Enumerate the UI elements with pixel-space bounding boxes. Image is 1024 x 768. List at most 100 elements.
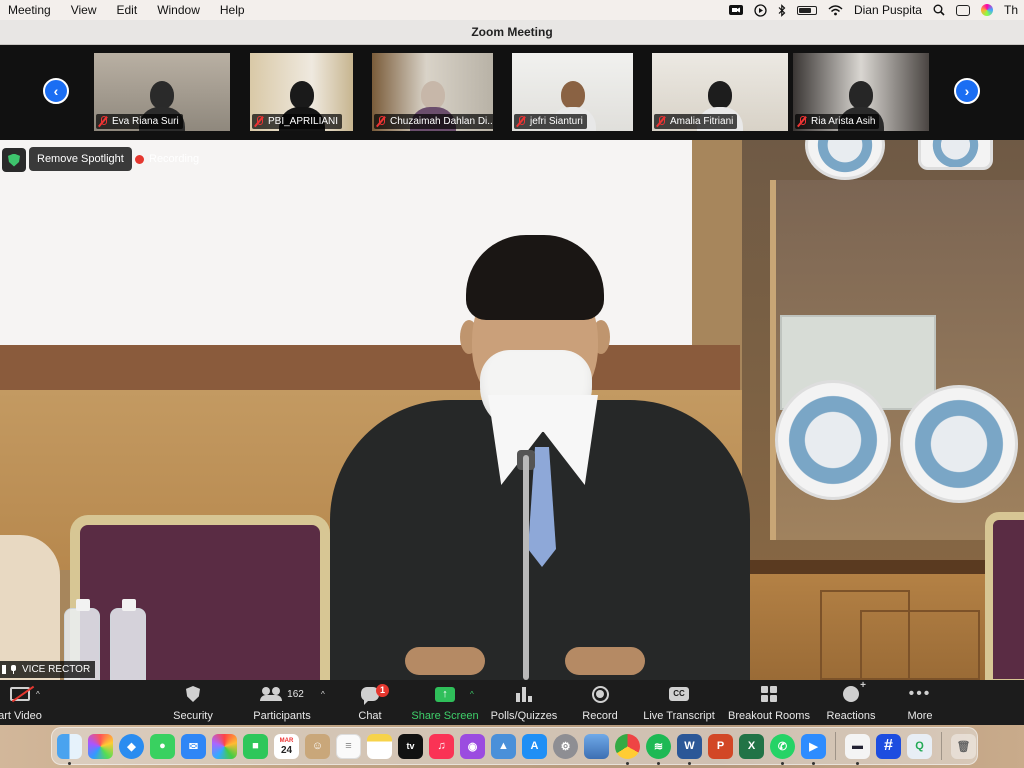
video-off-icon bbox=[10, 687, 30, 701]
share-screen-icon: ↑ bbox=[435, 686, 455, 702]
quicktime-icon[interactable]: Q bbox=[907, 733, 932, 759]
siri-icon[interactable] bbox=[980, 4, 993, 16]
more-label: More bbox=[907, 710, 933, 722]
counter-top bbox=[742, 560, 1024, 574]
spotlight-video bbox=[0, 140, 1024, 680]
reactions-button[interactable]: Reactions bbox=[824, 680, 878, 722]
chair bbox=[985, 512, 1024, 680]
participant-thumb[interactable]: PBI_APRILIANI bbox=[250, 53, 353, 131]
app-store-icon[interactable]: A bbox=[522, 733, 547, 759]
app-menu: Meeting View Edit Window Help bbox=[0, 3, 265, 17]
whatsapp-icon[interactable]: ✆ bbox=[770, 733, 795, 765]
window-title: Zoom Meeting bbox=[0, 20, 1024, 45]
excel-icon[interactable]: X bbox=[739, 733, 764, 759]
music-icon[interactable]: ♫ bbox=[429, 733, 454, 759]
trash-icon[interactable]: 🗑 bbox=[951, 733, 976, 759]
participant-thumb[interactable]: Amalia Fitriani bbox=[652, 53, 788, 131]
contacts-icon[interactable]: ☺ bbox=[305, 733, 330, 759]
chat-label: Chat bbox=[358, 710, 382, 722]
chevron-up-icon[interactable]: ^ bbox=[36, 690, 40, 699]
play-icon[interactable] bbox=[754, 3, 767, 17]
apple-tv-icon[interactable]: tv bbox=[398, 733, 423, 759]
record-icon bbox=[591, 685, 609, 703]
screen: Meeting View Edit Window Help Dian Puspi… bbox=[0, 0, 1024, 768]
safari-icon[interactable]: ◆ bbox=[119, 733, 144, 759]
dock-separator bbox=[941, 732, 942, 760]
menu-edit[interactable]: Edit bbox=[117, 3, 138, 17]
notes-icon[interactable] bbox=[367, 733, 392, 759]
speaker-figure bbox=[330, 235, 750, 680]
mic-muted-icon bbox=[98, 116, 108, 127]
chat-button[interactable]: 1 Chat bbox=[352, 684, 389, 722]
record-button[interactable]: Record bbox=[580, 684, 620, 722]
facetime-icon[interactable]: ■ bbox=[243, 733, 268, 759]
zoom-icon[interactable]: ▶ bbox=[801, 733, 826, 765]
menu-meeting[interactable]: Meeting bbox=[8, 3, 51, 17]
participants-button[interactable]: 162 Participants bbox=[248, 684, 316, 722]
participant-name: Amalia Fitriani bbox=[670, 116, 734, 127]
keynote-icon[interactable]: ▲ bbox=[491, 733, 516, 759]
chevron-up-icon[interactable]: ^ bbox=[470, 690, 474, 699]
user-name[interactable]: Dian Puspita bbox=[854, 3, 922, 17]
record-label: Record bbox=[582, 710, 618, 722]
participant-thumb[interactable]: jefri Sianturi bbox=[512, 53, 633, 131]
chevron-up-icon[interactable]: ^ bbox=[321, 690, 325, 699]
mac-menu-bar: Meeting View Edit Window Help Dian Puspi… bbox=[0, 0, 1024, 20]
commemorative-plate bbox=[775, 380, 891, 500]
signal-icon bbox=[2, 665, 6, 674]
breakout-rooms-label: Breakout Rooms bbox=[728, 710, 810, 722]
participant-thumb[interactable]: Ria Arista Asih bbox=[793, 53, 929, 131]
chrome-icon[interactable] bbox=[615, 733, 640, 765]
reactions-label: Reactions bbox=[826, 710, 876, 722]
chevron-left-icon[interactable]: ‹ bbox=[43, 78, 69, 104]
spotify-icon[interactable]: ≋ bbox=[646, 733, 671, 765]
spotlight-search-icon[interactable] bbox=[933, 4, 945, 16]
calendar-day: 24 bbox=[280, 745, 293, 756]
participant-thumb[interactable]: Eva Riana Suri bbox=[94, 53, 230, 131]
launchpad-icon[interactable] bbox=[88, 733, 113, 759]
zoom-status-icon[interactable] bbox=[728, 4, 743, 16]
menu-help[interactable]: Help bbox=[220, 3, 245, 17]
dock: ◆ ● ✉ ■ MAR 24 ☺ ≡ tv ♫ ◉ ▲ A ⚙ ≋ W P X … bbox=[51, 727, 978, 765]
preview-icon[interactable] bbox=[584, 733, 609, 759]
podcasts-icon[interactable]: ◉ bbox=[460, 733, 485, 759]
screen-recorder-icon[interactable]: ▬ bbox=[845, 733, 870, 765]
powerpoint-icon[interactable]: P bbox=[708, 733, 733, 759]
reminders-icon[interactable]: ≡ bbox=[336, 733, 361, 759]
messages-icon[interactable]: ● bbox=[150, 733, 175, 759]
mail-icon[interactable]: ✉ bbox=[181, 733, 206, 759]
breakout-rooms-button[interactable]: Breakout Rooms bbox=[728, 684, 810, 722]
shield-icon bbox=[186, 686, 200, 702]
more-button[interactable]: ••• More bbox=[903, 684, 937, 723]
side-person bbox=[0, 535, 60, 680]
word-icon[interactable]: W bbox=[677, 733, 702, 765]
chevron-right-icon[interactable]: › bbox=[954, 78, 980, 104]
photos-icon[interactable] bbox=[212, 733, 237, 759]
remove-spotlight-button[interactable]: Remove Spotlight bbox=[29, 147, 132, 171]
finder-icon[interactable] bbox=[57, 733, 82, 765]
bluetooth-icon[interactable] bbox=[778, 3, 786, 17]
wifi-icon[interactable] bbox=[828, 4, 843, 16]
hashtag-app-icon[interactable]: # bbox=[876, 733, 901, 759]
recording-indicator[interactable]: Recording bbox=[135, 147, 199, 171]
clock[interactable]: Th bbox=[1004, 3, 1018, 17]
system-preferences-icon[interactable]: ⚙ bbox=[553, 733, 578, 759]
live-transcript-button[interactable]: CC Live Transcript bbox=[642, 684, 716, 722]
encryption-shield-icon[interactable] bbox=[2, 148, 26, 172]
recording-dot-icon bbox=[135, 154, 144, 164]
cabinet-drawer bbox=[860, 610, 980, 680]
control-center-icon[interactable] bbox=[955, 4, 970, 16]
mic-muted-icon bbox=[797, 116, 807, 127]
calendar-icon[interactable]: MAR 24 bbox=[274, 733, 299, 759]
menu-window[interactable]: Window bbox=[157, 3, 200, 17]
participant-name-tag: jefri Sianturi bbox=[514, 114, 587, 129]
participant-name-tag: PBI_APRILIANI bbox=[252, 114, 343, 129]
polls-button[interactable]: Polls/Quizzes bbox=[488, 684, 560, 722]
security-button[interactable]: Security bbox=[166, 684, 220, 722]
participant-thumb[interactable]: Chuzaimah Dahlan Di... bbox=[372, 53, 493, 131]
participant-name: jefri Sianturi bbox=[530, 116, 583, 127]
mic-muted-icon bbox=[376, 116, 386, 127]
polls-label: Polls/Quizzes bbox=[490, 710, 558, 722]
menu-view[interactable]: View bbox=[71, 3, 97, 17]
battery-icon[interactable] bbox=[796, 5, 817, 15]
